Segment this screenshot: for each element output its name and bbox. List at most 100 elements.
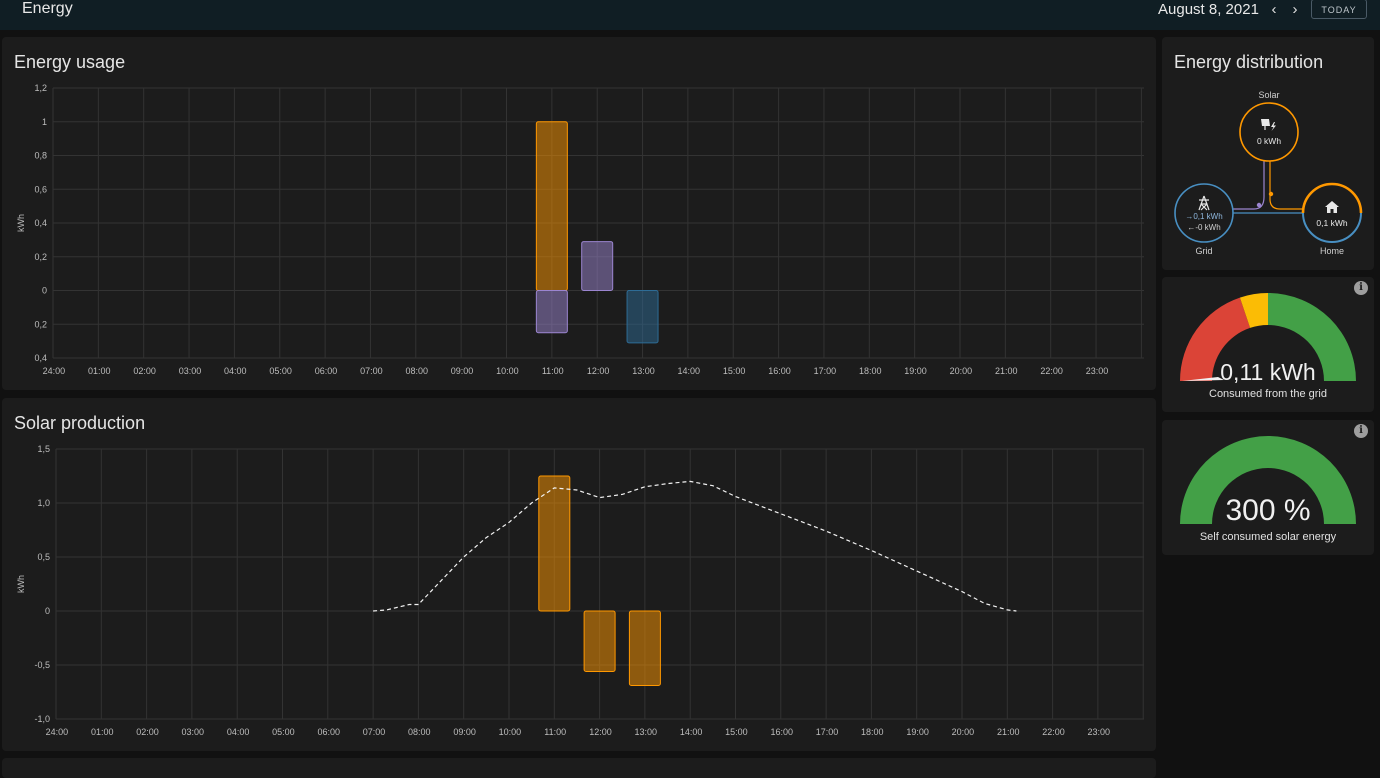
x-tick-label: 14:00 (680, 727, 703, 737)
x-tick-label: 04:00 (227, 727, 250, 737)
x-tick-label: 08:00 (405, 366, 428, 376)
x-tick-label: 12:00 (587, 366, 610, 376)
y-tick-label: 1,5 (37, 444, 50, 454)
x-tick-label: 17:00 (814, 366, 837, 376)
x-tick-label: 11:00 (542, 366, 564, 376)
chart-bar (581, 241, 614, 291)
today-button[interactable]: TODAY (1311, 0, 1367, 19)
solar-gauge-card: i 300 % Self consumed solar energy (1162, 420, 1374, 555)
y-tick-label: 1,0 (37, 498, 50, 508)
energy-usage-chart: 1,2 1 0,8 0,6 0,4 0,2 0 0,2 0,4 24:00 01:00 02:00 03… (16, 83, 1144, 376)
x-tick-label: 17:00 (816, 727, 839, 737)
x-tick-label: 13:00 (632, 366, 655, 376)
top-app-bar: Energy August 8, 2021 ‹ › TODAY (0, 0, 1380, 30)
x-tick-label: 01:00 (88, 366, 111, 376)
grid-out-value: ←-0 kWh (1187, 223, 1220, 232)
x-tick-label: 02:00 (136, 727, 159, 737)
x-tick-label: 18:00 (861, 727, 884, 737)
chart-bar (538, 475, 571, 612)
home-label: Home (1320, 246, 1344, 256)
x-tick-label: 21:00 (995, 366, 1018, 376)
chart-bar (628, 610, 661, 687)
x-tick-label: 10:00 (496, 366, 519, 376)
x-tick-label: 24:00 (43, 366, 66, 376)
x-tick-label: 15:00 (725, 727, 748, 737)
grid-gauge-card: i 0,11 kWh Consumed from the grid (1162, 277, 1374, 412)
x-tick-label: 23:00 (1088, 727, 1111, 737)
x-tick-label: 20:00 (950, 366, 973, 376)
x-tick-label: 09:00 (451, 366, 474, 376)
x-tick-label: 07:00 (363, 727, 386, 737)
solar-production-card: Solar production 1,5 1,0 0,5 0 -0,5 -1,0 24:00… (2, 398, 1156, 751)
chart-bar (583, 610, 616, 672)
x-tick-label: 03:00 (182, 727, 205, 737)
x-tick-label: 16:00 (768, 366, 791, 376)
x-tick-label: 10:00 (499, 727, 522, 737)
y-tick-label: -1,0 (34, 714, 50, 724)
solar-circle (1239, 102, 1299, 162)
y-tick-label: 0,2 (34, 252, 47, 262)
y-tick-label: 0 (45, 606, 50, 616)
y-tick-label: 0,5 (37, 552, 50, 562)
chevron-left-icon[interactable]: ‹ (1265, 1, 1283, 19)
x-tick-label: 18:00 (859, 366, 882, 376)
gauge-label: Self consumed solar energy (1199, 531, 1337, 543)
x-tick-label: 22:00 (1042, 727, 1065, 737)
energy-distribution-card: Energy distribution Solar 0 kWh →0,1 kWh… (1162, 37, 1374, 270)
energy-distribution-diagram: Solar 0 kWh →0,1 kWh ←-0 kWh Grid 0,1 kW… (1174, 90, 1363, 256)
chevron-right-icon[interactable]: › (1286, 1, 1304, 19)
x-tick-label: 04:00 (224, 366, 247, 376)
solar-to-home-line (1269, 160, 1303, 210)
x-tick-label: 22:00 (1040, 366, 1063, 376)
y-axis-label: kWh (16, 575, 26, 593)
date-label: August 8, 2021 (1158, 1, 1259, 18)
y-tick-label: 0,4 (34, 218, 47, 228)
y-tick-label: 0,8 (34, 151, 47, 161)
x-tick-label: 20:00 (952, 727, 975, 737)
x-tick-label: 06:00 (315, 366, 338, 376)
x-tick-label: 13:00 (635, 727, 658, 737)
x-tick-label: 16:00 (770, 727, 793, 737)
home-value: 0,1 kWh (1316, 218, 1347, 228)
x-tick-label: 19:00 (906, 727, 929, 737)
x-tick-label: 12:00 (589, 727, 612, 737)
gauge-value: 0,11 kWh (1220, 359, 1316, 385)
grid-label: Grid (1195, 246, 1212, 256)
y-tick-label: 0,6 (34, 184, 47, 194)
x-tick-label: 09:00 (453, 727, 476, 737)
x-tick-label: 06:00 (317, 727, 340, 737)
x-tick-label: 02:00 (133, 366, 156, 376)
y-tick-label: 0 (42, 286, 47, 296)
solar-production-chart: 1,5 1,0 0,5 0 -0,5 -1,0 24:00 01:00 02:00 03:00 04… (16, 444, 1144, 737)
gauge-label: Consumed from the grid (1209, 388, 1327, 400)
x-tick-label: 15:00 (723, 366, 746, 376)
x-tick-label: 05:00 (269, 366, 292, 376)
y-axis-label: kWh (16, 214, 26, 232)
x-tick-label: 05:00 (272, 727, 295, 737)
x-tick-label: 21:00 (997, 727, 1020, 737)
y-tick-label: 0,2 (34, 319, 47, 329)
y-tick-label: 1,2 (34, 83, 47, 93)
chart-bar (535, 290, 568, 334)
next-card (2, 758, 1156, 778)
x-tick-label: 07:00 (360, 366, 383, 376)
x-tick-label: 08:00 (408, 727, 431, 737)
chart-bar (626, 290, 659, 344)
solar-value: 0 kWh (1257, 136, 1281, 146)
y-tick-label: -0,5 (34, 660, 50, 670)
x-tick-label: 11:00 (544, 727, 566, 737)
x-tick-label: 03:00 (179, 366, 202, 376)
flow-dot (1256, 202, 1262, 208)
gauge-value: 300 % (1225, 494, 1311, 527)
x-tick-label: 01:00 (91, 727, 114, 737)
grid-in-value: →0,1 kWh (1185, 212, 1222, 221)
x-tick-label: 24:00 (46, 727, 69, 737)
y-tick-label: 0,4 (34, 353, 47, 363)
solar-to-grid-line (1233, 160, 1265, 210)
y-tick-label: 1 (42, 117, 47, 127)
x-tick-label: 23:00 (1086, 366, 1109, 376)
energy-usage-card: Energy usage 1,2 1 0,8 0,6 0,4 0,2 0 0,2 0,4 24:0… (2, 37, 1156, 390)
forecast-line (373, 480, 1017, 612)
solar-label: Solar (1258, 90, 1279, 100)
flow-dot (1268, 191, 1274, 197)
